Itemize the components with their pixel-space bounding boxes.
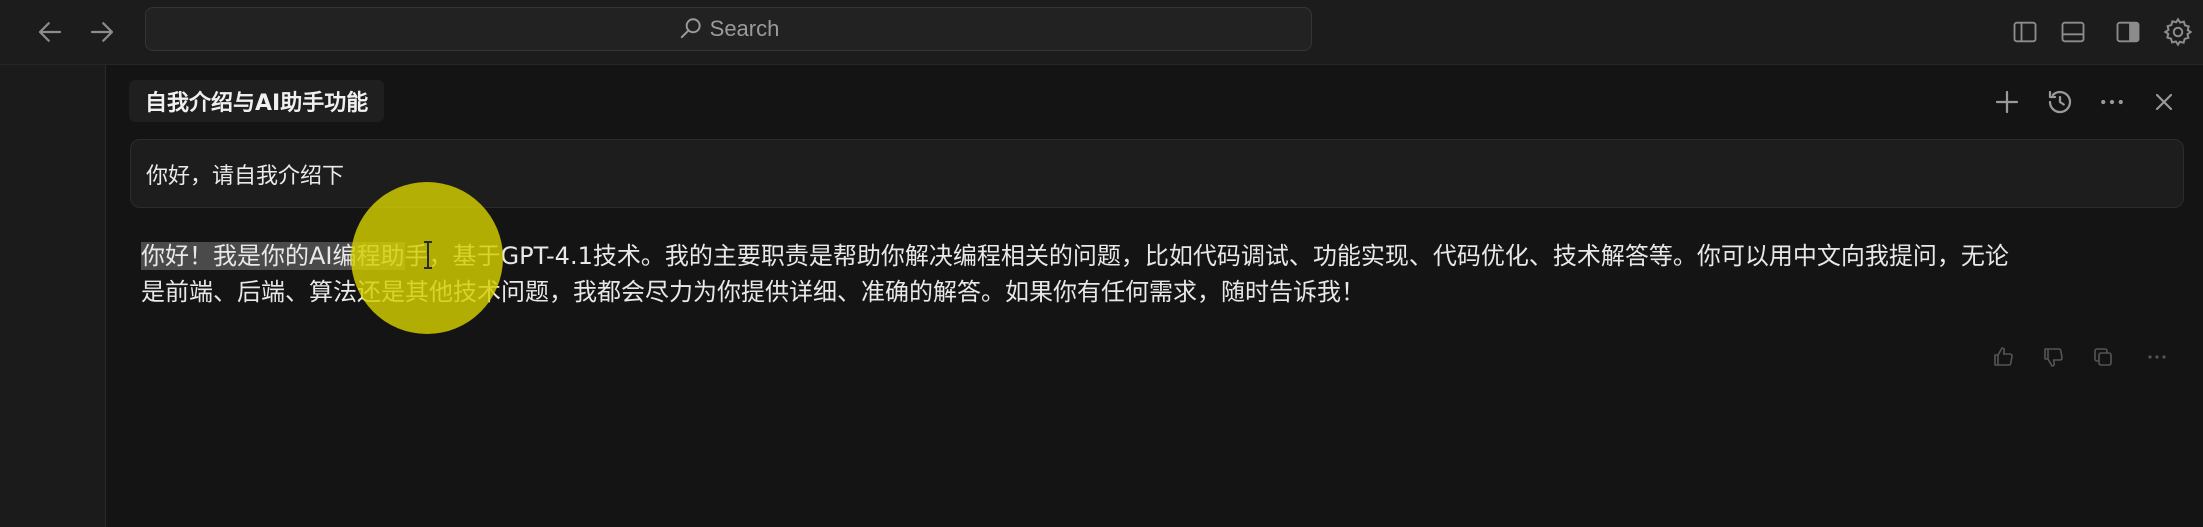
toggle-bottom-panel-button[interactable] [2055, 14, 2091, 50]
search-icon [680, 18, 701, 39]
history-button[interactable] [2040, 82, 2080, 122]
thumbs-down-button[interactable] [2037, 341, 2069, 373]
copy-button[interactable] [2087, 341, 2119, 373]
layout-bottom-panel-icon [2061, 21, 2085, 43]
thumbs-down-icon [2044, 348, 2063, 367]
reply-line-2: 是前端、后端、算法还是其他技术问题，我都会尽力为你提供详细、准确的解答。如果你有… [141, 278, 1365, 306]
thumbs-up-icon [1994, 347, 2013, 366]
close-icon [2155, 93, 2173, 111]
plus-icon [1995, 90, 2019, 114]
back-button[interactable] [32, 14, 68, 50]
message-more-button[interactable] [2141, 341, 2173, 373]
chat-panel: 自我介绍与AI助手功能 你好，请自我介绍下 你好！我是你的AI编程助手，基于GP… [107, 65, 2203, 527]
app-window: Search 自我介绍与AI助手功能 你好，请自我介绍下 你好！我是你的AI编程… [0, 0, 2203, 527]
settings-gear-icon [2163, 17, 2193, 47]
close-panel-button[interactable] [2144, 82, 2184, 122]
back-arrow-icon [38, 22, 62, 42]
new-chat-button[interactable] [1987, 82, 2027, 122]
forward-button[interactable] [84, 14, 120, 50]
forward-arrow-icon [90, 22, 114, 42]
selected-text: 你好！我是你的AI编程助 [141, 242, 405, 270]
more-horizontal-icon [2148, 355, 2166, 359]
search-bar-content: Search [678, 16, 780, 42]
user-message-text: 你好，请自我介绍下 [146, 163, 345, 189]
copy-icon [2094, 348, 2112, 366]
assistant-reply: 你好！我是你的AI编程助手，基于GPT-4.1技术。我的主要职责是帮助你解决编程… [141, 238, 2171, 310]
layout-right-panel-icon [2116, 21, 2140, 43]
chat-title[interactable]: 自我介绍与AI助手功能 [129, 80, 385, 122]
more-horizontal-icon [2101, 99, 2123, 105]
thumbs-up-button[interactable] [1987, 341, 2019, 373]
left-gutter [0, 65, 106, 527]
text-cursor-icon [424, 241, 432, 269]
toggle-left-panel-button[interactable] [2007, 14, 2043, 50]
reply-line-1: 你好！我是你的AI编程助手，基于GPT-4.1技术。我的主要职责是帮助你解决编程… [141, 238, 2171, 274]
search-placeholder: Search [709, 16, 780, 41]
settings-button[interactable] [2160, 14, 2196, 50]
reply-text-1: 手，基于GPT-4.1技术。我的主要职责是帮助你解决编程相关的问题，比如代码调试… [404, 242, 2009, 270]
search-bar[interactable]: Search [145, 7, 1312, 51]
history-icon [2048, 90, 2072, 114]
layout-left-panel-icon [2013, 21, 2037, 43]
more-options-button[interactable] [2092, 82, 2132, 122]
user-message: 你好，请自我介绍下 [130, 139, 2184, 208]
toggle-right-panel-button[interactable] [2110, 14, 2146, 50]
title-bar: Search [0, 0, 2203, 65]
